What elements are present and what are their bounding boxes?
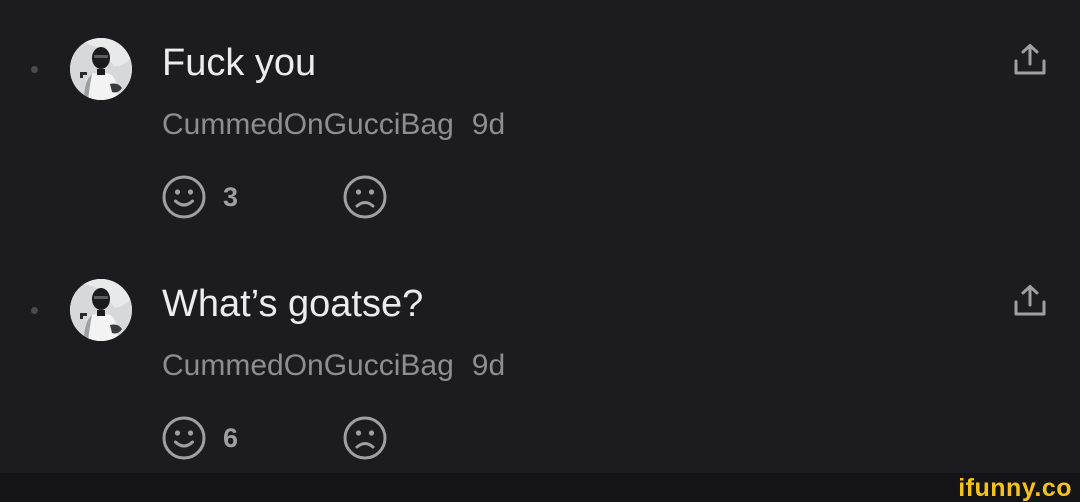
avatar[interactable] [70,279,132,341]
ifunny-watermark: ifunny.co [958,474,1072,502]
comment-text: What’s goatse? [162,283,424,325]
smile-count: 6 [223,423,239,453]
smile-reaction-button[interactable] [161,174,207,220]
comment-meta: CummedOnGucciBag 9d [162,347,505,385]
comment-age: 9d [471,108,506,141]
comment-meta: CummedOnGucciBag 9d [162,106,505,144]
thread-bullet [31,66,38,73]
share-icon[interactable] [1012,43,1048,77]
avatar[interactable] [70,38,132,100]
comment-text: Fuck you [162,42,317,84]
thread-bullet [31,307,38,314]
frown-reaction-button[interactable] [342,415,388,461]
smile-count: 3 [223,182,239,212]
watermark-bar [0,473,1080,502]
share-icon[interactable] [1012,284,1048,318]
smile-reaction-button[interactable] [161,415,207,461]
frown-reaction-button[interactable] [342,174,388,220]
username[interactable]: CummedOnGucciBag [162,349,454,382]
comment-item: Fuck you CummedOnGucciBag 9d 3 [0,0,1080,240]
comment-age: 9d [471,349,506,382]
comment-item: What’s goatse? CummedOnGucciBag 9d 6 [0,241,1080,481]
username[interactable]: CummedOnGucciBag [162,108,454,141]
